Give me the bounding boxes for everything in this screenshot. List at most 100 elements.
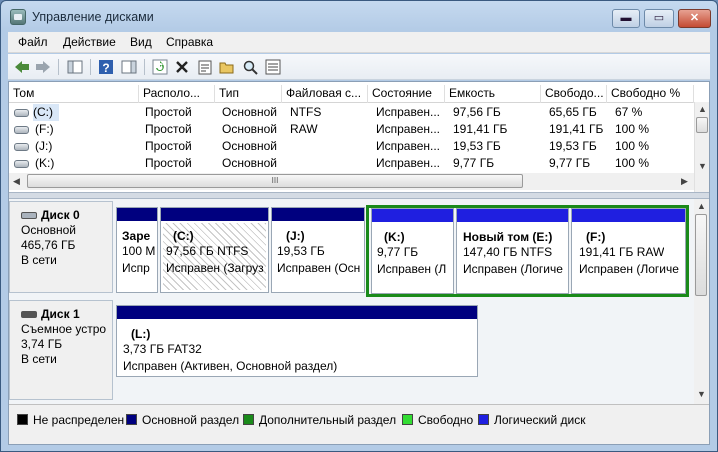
volume-type: Основной [222, 139, 278, 153]
column-header-free-percent[interactable]: Свободно % [607, 85, 694, 103]
column-header-status[interactable]: Состояние [368, 85, 445, 103]
scroll-down-arrow-icon[interactable]: ▼ [698, 161, 707, 171]
partition-status: Испр [122, 261, 150, 275]
column-header-free-space[interactable]: Свободо... [541, 85, 607, 103]
action-pane-icon[interactable] [120, 58, 138, 76]
toolbar-separator [144, 59, 145, 75]
partition-title: (C:) [173, 229, 194, 243]
open-icon[interactable] [218, 58, 236, 76]
volume-list: Том Располо... Тип Файловая с... Состоян… [9, 82, 709, 192]
drive-icon [14, 126, 29, 134]
volume-free: 19,53 ГБ [549, 139, 597, 153]
close-button[interactable]: ✕ [678, 9, 711, 28]
column-header-type[interactable]: Тип [215, 85, 282, 103]
back-icon[interactable] [13, 58, 31, 76]
minimize-button[interactable]: ▬ [612, 9, 640, 28]
volume-status: Исправен... [376, 139, 441, 153]
volume-layout: Простой [145, 156, 192, 170]
volume-list-header: Том Располо... Тип Файловая с... Состоян… [9, 85, 694, 103]
partition-status: Исправен (Логиче [463, 262, 563, 276]
drive-icon [14, 109, 29, 117]
pane-splitter[interactable] [9, 192, 709, 199]
partition-reserved[interactable]: Заре 100 М Испр [116, 207, 158, 293]
help-icon[interactable]: ? [97, 58, 115, 76]
removable-disk-icon [21, 311, 37, 319]
legend-extended: Дополнительный раздел [243, 413, 396, 427]
volume-free-percent: 100 % [615, 139, 650, 153]
drive-icon [14, 143, 29, 151]
partition-bar [457, 209, 568, 222]
disk-0-type: Основной [21, 223, 77, 237]
volume-filesystem: RAW [290, 122, 318, 136]
partition-j[interactable]: (J:) 19,53 ГБ Исправен (Осн [271, 207, 365, 293]
partition-size: 3,73 ГБ FAT32 [123, 342, 202, 356]
partition-l[interactable]: (L:) 3,73 ГБ FAT32 Исправен (Активен, Ос… [116, 305, 478, 377]
toolbar-separator [90, 59, 91, 75]
disk-map: Диск 0 Основной 465,76 ГБ В сети Заре 10… [9, 199, 694, 404]
volume-free: 191,41 ГБ [549, 122, 604, 136]
refresh-icon[interactable] [151, 58, 169, 76]
scrollbar-thumb[interactable]: III [27, 174, 523, 188]
disk-list-icon[interactable] [264, 58, 282, 76]
partition-bar [117, 306, 477, 319]
legend-logical: Логический диск [478, 413, 586, 427]
delete-icon[interactable] [173, 58, 191, 76]
legend-label: Дополнительный раздел [259, 413, 397, 427]
volume-list-vertical-scrollbar[interactable]: ▲ ▼ [694, 102, 709, 192]
legend: Не распределен Основной раздел Дополните… [9, 404, 709, 444]
volume-free-percent: 100 % [615, 122, 650, 136]
column-header-capacity[interactable]: Емкость [445, 85, 541, 103]
column-header-layout[interactable]: Располо... [139, 85, 215, 103]
volume-layout: Простой [145, 122, 192, 136]
menu-view[interactable]: Вид [130, 35, 152, 49]
menu-help[interactable]: Справка [166, 35, 213, 49]
maximize-button[interactable]: ▭ [644, 9, 674, 28]
partition-status: Исправен (Л [377, 262, 447, 276]
volume-list-horizontal-scrollbar[interactable]: ◀ III ▶ [9, 173, 694, 190]
column-header-volume[interactable]: Том [9, 85, 139, 103]
toolbar-separator [58, 59, 59, 75]
disk-map-vertical-scrollbar[interactable]: ▲ ▼ [694, 199, 709, 404]
volume-name: (J:) [35, 139, 53, 153]
partition-k[interactable]: (K:) 9,77 ГБ Исправен (Л [371, 208, 454, 294]
partition-status: Исправен (Загруз [166, 261, 264, 275]
console-tree-icon[interactable] [66, 58, 84, 76]
legend-swatch [243, 414, 254, 425]
svg-text:?: ? [102, 61, 109, 75]
partition-title: Заре [122, 229, 151, 243]
menu-file[interactable]: Файл [18, 35, 48, 49]
properties-icon[interactable] [196, 58, 214, 76]
volume-row-c[interactable]: (C:) Простой Основной NTFS Исправен... 9… [9, 104, 694, 121]
volume-row-k[interactable]: (K:) Простой Основной Исправен... 9,77 Г… [9, 155, 694, 172]
legend-label: Не распределен [33, 413, 125, 427]
volume-type: Основной [222, 105, 278, 119]
disk-0-size: 465,76 ГБ [21, 238, 76, 252]
partition-bar [161, 208, 268, 221]
search-icon[interactable] [241, 58, 259, 76]
volume-row-j[interactable]: (J:) Простой Основной Исправен... 19,53 … [9, 138, 694, 155]
title-bar: Управление дисками ▬ ▭ ✕ [1, 1, 717, 31]
scroll-up-arrow-icon[interactable]: ▲ [698, 104, 707, 114]
disk-1-label[interactable]: Диск 1 Съемное устро 3,74 ГБ В сети [9, 300, 113, 400]
forward-icon[interactable] [34, 58, 52, 76]
scroll-up-arrow-icon[interactable]: ▲ [697, 201, 706, 211]
partition-bar [272, 208, 364, 221]
menu-action[interactable]: Действие [63, 35, 116, 49]
partition-c[interactable]: (C:) 97,56 ГБ NTFS Исправен (Загруз [160, 207, 269, 293]
disk-0-label[interactable]: Диск 0 Основной 465,76 ГБ В сети [9, 201, 113, 293]
scrollbar-thumb[interactable] [695, 214, 707, 296]
scroll-down-arrow-icon[interactable]: ▼ [697, 389, 706, 399]
partition-bar [117, 208, 157, 221]
scroll-left-arrow-icon[interactable]: ◀ [13, 176, 20, 187]
legend-free: Свободно [402, 413, 473, 427]
scrollbar-thumb[interactable] [696, 117, 708, 133]
scroll-right-arrow-icon[interactable]: ▶ [681, 176, 688, 187]
disk-0-status: В сети [21, 253, 57, 267]
partition-status: Исправен (Активен, Основной раздел) [123, 359, 338, 373]
column-header-filesystem[interactable]: Файловая с... [282, 85, 368, 103]
partition-f[interactable]: (F:) 191,41 ГБ RAW Исправен (Логиче [571, 208, 686, 294]
volume-status: Исправен... [376, 105, 441, 119]
partition-status: Исправен (Логиче [579, 262, 679, 276]
partition-e[interactable]: Новый том (E:) 147,40 ГБ NTFS Исправен (… [456, 208, 569, 294]
volume-row-f[interactable]: (F:) Простой Основной RAW Исправен... 19… [9, 121, 694, 138]
